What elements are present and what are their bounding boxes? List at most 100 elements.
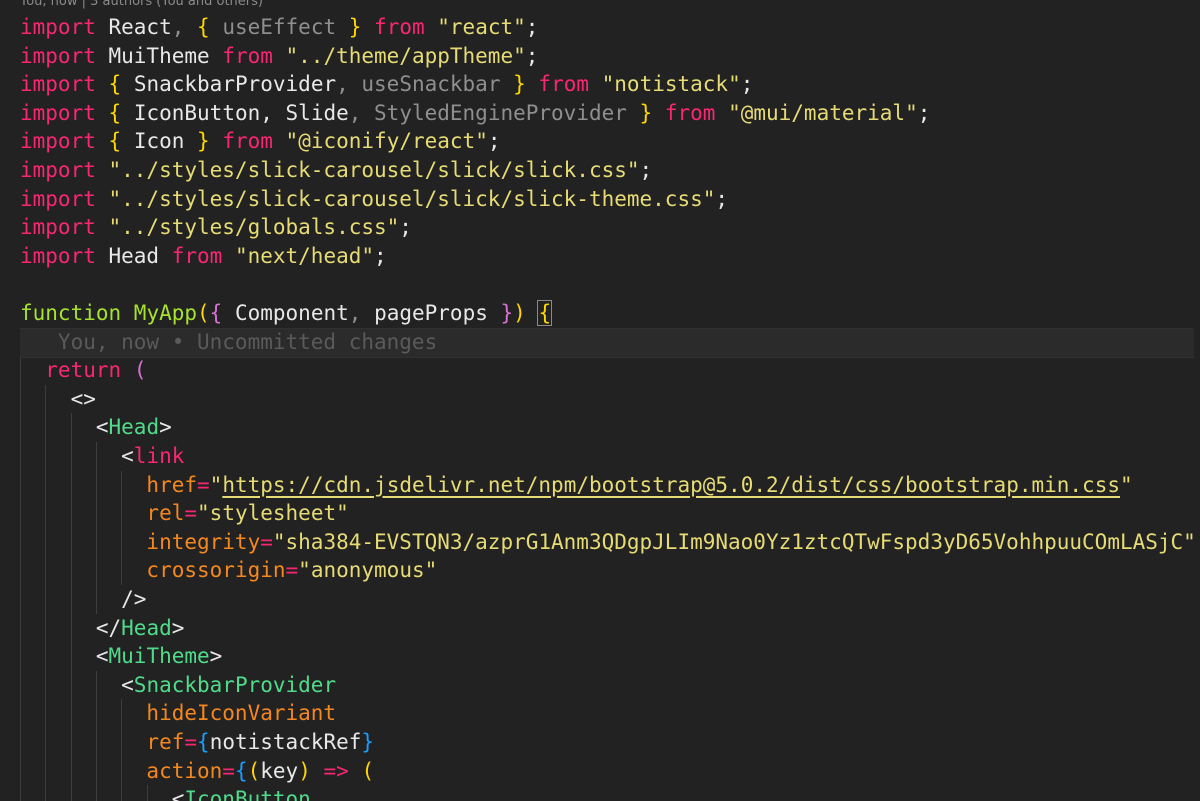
code-token: Component bbox=[222, 301, 349, 325]
code-token: { bbox=[197, 730, 210, 754]
code-line[interactable]: import "../styles/globals.css"; bbox=[20, 213, 412, 242]
code-token: } bbox=[348, 15, 362, 39]
code-line[interactable]: ref={notistackRef} bbox=[20, 728, 374, 757]
code-line[interactable]: </Head> bbox=[20, 614, 185, 643]
code-line[interactable]: import "../styles/slick-carousel/slick/s… bbox=[20, 156, 652, 185]
code-token: from bbox=[209, 129, 273, 154]
code-token: , bbox=[348, 301, 362, 325]
code-line[interactable]: <link bbox=[20, 442, 184, 471]
code-token: > bbox=[159, 415, 172, 440]
code-token: https://cdn.jsdelivr.net/npm/bootstrap@5… bbox=[222, 472, 1120, 497]
code-line[interactable]: action={(key) => ( bbox=[20, 757, 374, 786]
code-token: , bbox=[171, 15, 198, 39]
code-line[interactable]: import "../styles/slick-carousel/slick/s… bbox=[20, 185, 728, 214]
code-token: { bbox=[108, 100, 122, 125]
code-token: link bbox=[133, 444, 185, 468]
code-token: ; bbox=[525, 15, 539, 39]
code-token: MuiTheme bbox=[95, 43, 210, 68]
code-token: } bbox=[639, 100, 653, 125]
codelens-authors[interactable]: You, now | 3 authors (You and others) bbox=[20, 0, 263, 11]
code-token: rel bbox=[20, 501, 185, 526]
code-token: } bbox=[361, 730, 375, 754]
code-line[interactable]: href="https://cdn.jsdelivr.net/npm/boots… bbox=[20, 471, 1133, 500]
code-token: href bbox=[20, 472, 198, 497]
code-token: ( bbox=[133, 358, 147, 383]
code-token: <> bbox=[20, 386, 96, 411]
code-token: = bbox=[285, 558, 299, 583]
code-token: </ bbox=[20, 615, 122, 640]
code-line[interactable]: import { Icon } from "@iconify/react"; bbox=[20, 127, 501, 156]
code-token: import bbox=[20, 186, 96, 211]
code-token: Head bbox=[108, 415, 160, 440]
code-token: from bbox=[361, 15, 425, 39]
code-token: key bbox=[260, 758, 299, 783]
code-line[interactable]: import Head from "next/head"; bbox=[20, 242, 387, 271]
code-token: ; bbox=[740, 72, 754, 97]
code-token: , useSnackbar bbox=[336, 72, 514, 97]
code-token: import bbox=[20, 129, 96, 154]
code-token: React bbox=[95, 15, 172, 39]
code-token: < bbox=[20, 672, 134, 697]
code-token: " bbox=[1120, 472, 1133, 497]
code-line[interactable]: <> bbox=[20, 385, 96, 414]
code-token: import bbox=[20, 243, 96, 268]
code-token: ) bbox=[298, 758, 311, 783]
code-line[interactable]: return ( bbox=[20, 356, 146, 385]
code-token: import bbox=[20, 43, 96, 68]
code-line[interactable]: import { SnackbarProvider, useSnackbar }… bbox=[20, 70, 753, 99]
code-token: ; bbox=[917, 100, 931, 125]
code-token: IconButton bbox=[184, 787, 311, 801]
code-line[interactable]: You, now • Uncommitted changes bbox=[20, 328, 437, 357]
code-token: "notistack" bbox=[589, 72, 741, 97]
code-token: > bbox=[171, 615, 185, 640]
code-token: "anonymous" bbox=[298, 558, 438, 583]
code-token: Icon bbox=[121, 129, 198, 154]
code-token: = bbox=[184, 501, 198, 526]
code-token: import bbox=[20, 158, 96, 182]
code-line[interactable]: hideIconVariant bbox=[20, 699, 336, 728]
code-line[interactable]: function MyApp({ Component, pageProps })… bbox=[20, 299, 553, 328]
code-token: > bbox=[209, 644, 223, 669]
code-line[interactable]: <MuiTheme> bbox=[20, 642, 222, 671]
code-token: /> bbox=[20, 587, 147, 611]
code-token: , StyledEngineProvider bbox=[348, 100, 640, 125]
code-line[interactable]: import MuiTheme from "../theme/appTheme"… bbox=[20, 42, 538, 71]
code-token: = bbox=[222, 758, 235, 783]
code-line[interactable]: <Head> bbox=[20, 413, 172, 442]
code-token: ) bbox=[513, 301, 526, 325]
code-line[interactable]: integrity="sha384-EVSTQN3/azprG1Anm3QDgp… bbox=[20, 528, 1195, 557]
code-token: ; bbox=[399, 215, 412, 240]
code-token: } bbox=[513, 72, 526, 97]
code-token: => bbox=[310, 758, 349, 783]
code-token: } bbox=[197, 129, 210, 154]
code-token: "../styles/slick-carousel/slick/slick.cs… bbox=[95, 158, 640, 182]
code-token: "../theme/appTheme" bbox=[272, 43, 526, 68]
code-token: notistackRef bbox=[209, 730, 362, 754]
code-token: = bbox=[184, 730, 198, 754]
code-token: { bbox=[234, 758, 248, 783]
code-token: { bbox=[537, 300, 553, 326]
code-token: ; bbox=[639, 158, 653, 182]
code-token: { bbox=[209, 301, 223, 325]
code-token: ref bbox=[20, 730, 185, 754]
code-line[interactable]: <IconButton bbox=[20, 785, 311, 801]
code-token: < bbox=[20, 787, 185, 801]
code-token: import bbox=[20, 100, 96, 125]
code-line[interactable]: crossorigin="anonymous" bbox=[20, 556, 437, 585]
code-line[interactable]: import { IconButton, Slide, StyledEngine… bbox=[20, 99, 930, 128]
code-line[interactable]: import React, { useEffect } from "react"… bbox=[20, 13, 538, 42]
code-token: { bbox=[108, 72, 122, 97]
code-editor[interactable]: You, now | 3 authors (You and others) im… bbox=[0, 0, 1200, 801]
code-token: "stylesheet" bbox=[197, 501, 349, 526]
code-token: "@mui/material" bbox=[715, 100, 918, 125]
code-token: < bbox=[20, 644, 109, 669]
code-token: ( bbox=[247, 758, 261, 783]
code-token: return bbox=[20, 358, 122, 383]
code-line[interactable]: /> bbox=[20, 585, 146, 614]
code-line[interactable]: rel="stylesheet" bbox=[20, 499, 349, 528]
code-token: < bbox=[20, 444, 134, 468]
code-line[interactable]: <SnackbarProvider bbox=[20, 671, 336, 700]
